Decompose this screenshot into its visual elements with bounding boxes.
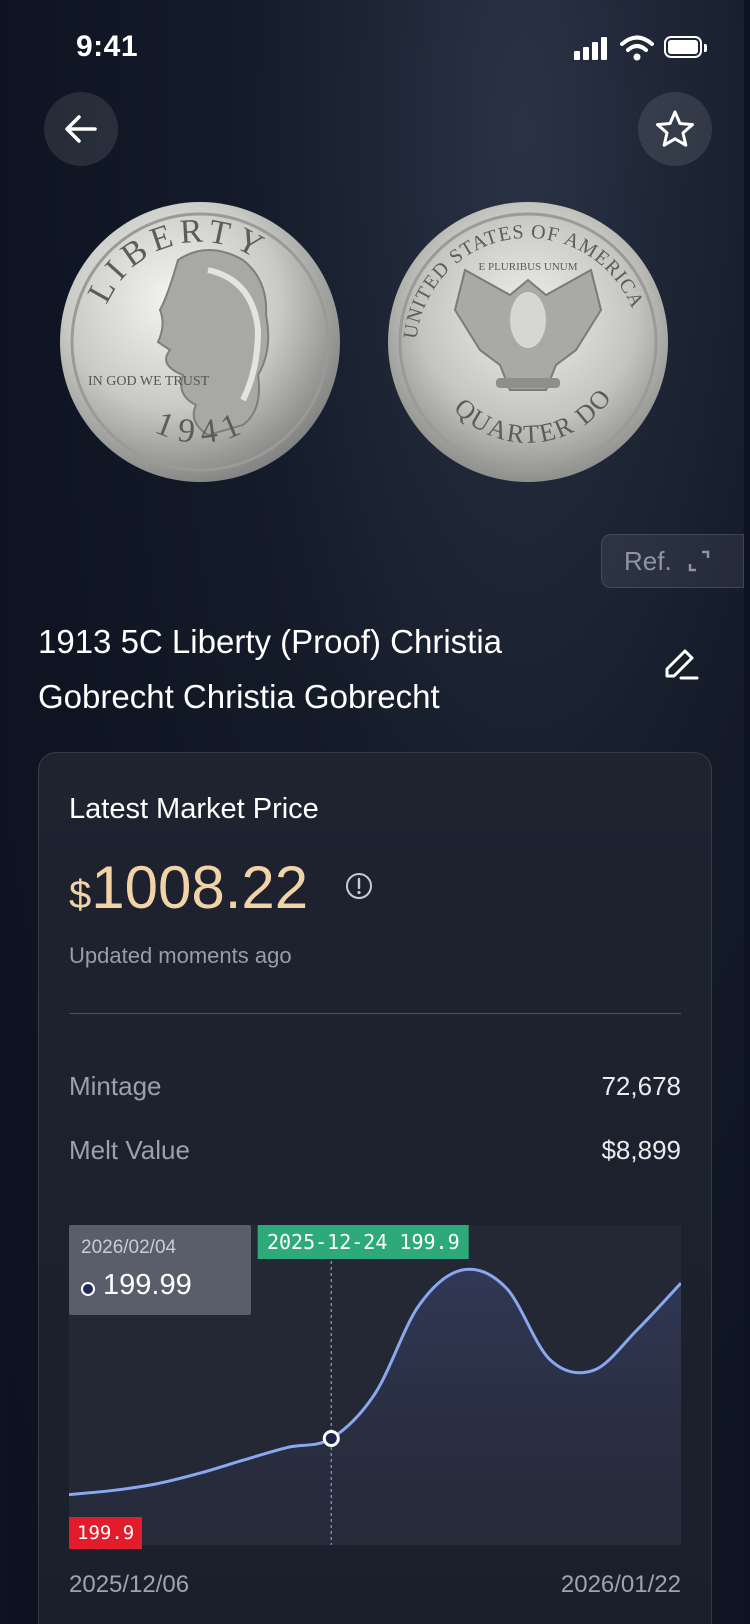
cellular-signal-icon [574, 36, 610, 60]
mintage-label: Mintage [69, 1071, 162, 1101]
reference-button[interactable]: Ref. [601, 534, 744, 588]
coin-reverse-image[interactable]: UNITED STATES OF AMERICA E PLURIBUS UNUM… [386, 200, 670, 484]
expand-icon [688, 550, 709, 572]
updated-text: Updated moments ago [69, 943, 292, 968]
star-outline-icon [656, 110, 694, 147]
tooltip-value: 199.99 [103, 1269, 192, 1301]
app-screen: 9:41 LIBERTY IN GOD WE TRUST 1941 UNITED… [6, 0, 744, 1624]
svg-text:IN GOD WE TRUST: IN GOD WE TRUST [88, 374, 210, 389]
coin-title: 1913 5C Liberty (Proof) Christia Gobrech… [38, 623, 503, 715]
crosshair-label: 2025-12-24 199.9 [257, 1225, 469, 1259]
info-icon[interactable] [344, 871, 374, 901]
x-axis-start-label: 2025/12/06 [69, 1571, 190, 1598]
price-value: 1008.22 [91, 854, 309, 921]
edit-icon[interactable] [661, 644, 701, 684]
min-value-label: 199.9 [69, 1517, 143, 1549]
back-button[interactable] [44, 92, 118, 166]
arrow-left-icon [65, 115, 97, 143]
price-chart[interactable]: 2026/02/04 199.99 2025-12-24 199.9 199.9 [69, 1225, 681, 1549]
status-bar: 9:41 [6, 0, 744, 90]
divider [69, 1013, 681, 1014]
svg-text:E PLURIBUS UNUM: E PLURIBUS UNUM [478, 261, 577, 273]
tooltip-date: 2026/02/04 [81, 1237, 177, 1258]
mintage-value: 72,678 [601, 1071, 681, 1101]
price-currency: $ [69, 873, 92, 917]
coin-obverse-image[interactable]: LIBERTY IN GOD WE TRUST 1941 [58, 200, 342, 484]
favorite-button[interactable] [638, 92, 712, 166]
market-price-label: Latest Market Price [69, 793, 319, 825]
chart-tooltip: 2026/02/04 199.99 [69, 1225, 251, 1315]
tooltip-series-dot [81, 1282, 95, 1296]
market-price-card: Latest Market Price $1008.22 Updated mom… [38, 752, 712, 1624]
melt-value-value: $8,899 [601, 1135, 681, 1165]
reference-label: Ref. [624, 545, 672, 576]
battery-icon [664, 36, 708, 60]
status-time: 9:41 [76, 30, 139, 63]
x-axis-end-label: 2026/01/22 [560, 1571, 681, 1598]
melt-value-label: Melt Value [69, 1135, 190, 1165]
wifi-icon [620, 35, 654, 61]
crosshair-point [322, 1429, 340, 1447]
market-price: $1008.22 [69, 853, 308, 922]
